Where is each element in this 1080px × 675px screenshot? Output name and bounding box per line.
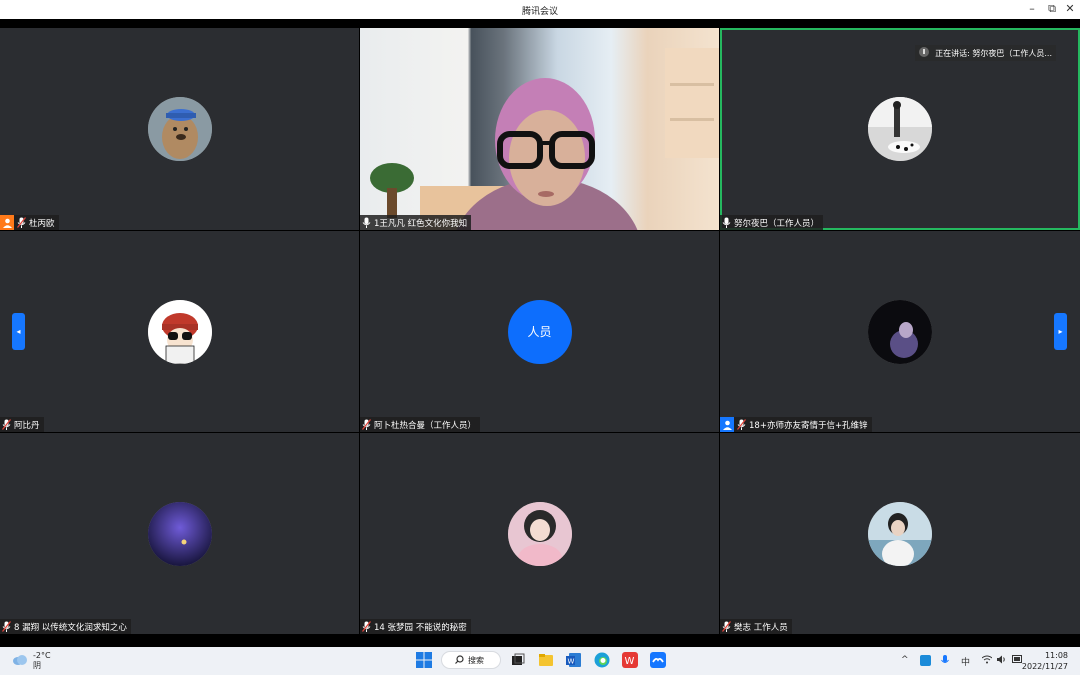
top-spacer (0, 19, 1080, 28)
system-clock[interactable]: 11:08 2022/11/27 (1022, 650, 1068, 672)
participant-name: 阿比丹 (14, 420, 40, 431)
show-hidden-icons[interactable]: ^ (901, 655, 909, 665)
tray-app-icon[interactable] (920, 655, 931, 669)
mic-muted-icon (1, 419, 12, 430)
search-label: 搜索 (468, 655, 484, 665)
wps-office-icon[interactable]: W (622, 652, 638, 668)
mic-muted-icon (16, 217, 27, 228)
avatar (147, 299, 212, 364)
avatar (868, 97, 932, 161)
mic-muted-icon (1, 621, 12, 632)
task-view-icon[interactable] (510, 652, 526, 668)
microphone-tray-icon[interactable] (941, 655, 949, 669)
clock-time: 11:08 (1044, 651, 1068, 660)
clock-date: 2022/11/27 (1021, 662, 1068, 671)
participant-tile[interactable]: 樊志 工作人员 (720, 433, 1080, 634)
participant-name-tag: 杜丙欧 (0, 215, 59, 230)
avatar (507, 501, 572, 566)
svg-text:W: W (568, 658, 575, 666)
participant-name: 14 张梦园 不能说的秘密 (374, 622, 467, 633)
participant-tile[interactable]: 18+亦师亦友寄情于信+孔维锌 (720, 231, 1080, 432)
cloud-icon (12, 654, 28, 669)
edge-browser-icon[interactable] (594, 652, 610, 668)
weather-desc: 阴 (33, 661, 41, 670)
next-page-button[interactable]: ▸ (1054, 313, 1067, 350)
previous-page-button[interactable]: ◂ (12, 313, 25, 350)
participant-tile-speaking[interactable]: 正在讲话: 努尔夜巴（工作人员... 努尔夜巴（工作人员） (720, 28, 1080, 230)
participant-name-tag: 阿卜杜热合曼（工作人员） (360, 417, 481, 432)
participant-tile[interactable]: 人员 阿卜杜热合曼（工作人员） (360, 231, 719, 432)
windows-taskbar: -2°C 阴 搜索 W W ^ 中 11:08 2022/11/27 (0, 647, 1080, 675)
mic-icon (362, 217, 371, 228)
current-speaker-indicator: 正在讲话: 努尔夜巴（工作人员... (915, 45, 1056, 61)
participant-name: 阿卜杜热合曼（工作人员） (374, 420, 477, 431)
bottom-spacer (0, 636, 1080, 647)
windows-start-icon[interactable] (416, 652, 432, 668)
mic-muted-icon (736, 419, 747, 430)
mic-muted-icon (361, 621, 372, 632)
participant-name-tag: 18+亦师亦友寄情于信+孔维锌 (720, 417, 872, 432)
word-icon[interactable]: W (566, 652, 582, 668)
window-title-bar: 腾讯会议 – ⧉ ✕ (0, 0, 1080, 19)
window-title: 腾讯会议 (521, 7, 558, 17)
speaker-avatar-icon (919, 47, 930, 59)
avatar-initials: 人员 (507, 299, 572, 364)
current-speaker-text: 正在讲话: 努尔夜巴（工作人员... (935, 48, 1052, 58)
weather-widget[interactable]: -2°C 阴 (12, 651, 51, 671)
participant-name: 8 漏翔 以传统文化润求知之心 (14, 622, 127, 633)
file-explorer-icon[interactable] (538, 652, 554, 668)
participant-tile[interactable]: 阿比丹 (0, 231, 359, 432)
avatar (147, 97, 212, 161)
participant-name: 18+亦师亦友寄情于信+孔维锌 (749, 420, 868, 431)
search-icon (455, 654, 464, 666)
participant-name-tag: 努尔夜巴（工作人员） (720, 215, 824, 230)
participant-name-tag: 阿比丹 (0, 417, 44, 432)
avatar (147, 501, 212, 566)
minimize-icon[interactable]: – (1024, 2, 1040, 15)
participant-name: 努尔夜巴（工作人员） (734, 218, 820, 229)
taskbar-search[interactable]: 搜索 (441, 651, 501, 669)
mic-icon (722, 217, 731, 228)
avatar (868, 501, 932, 566)
cohost-icon (720, 417, 734, 432)
tencent-meeting-icon[interactable] (650, 652, 666, 668)
close-icon[interactable]: ✕ (1062, 2, 1078, 15)
camera-video (360, 28, 719, 230)
weather-temp: -2°C (33, 651, 51, 660)
avatar (868, 299, 932, 364)
mic-muted-icon (721, 621, 732, 632)
participant-name-tag: 1王凡凡 红色文化你我知 (360, 215, 472, 230)
restore-icon[interactable]: ⧉ (1044, 2, 1060, 16)
participant-tile[interactable]: 杜丙欧 (0, 28, 359, 230)
svg-text:W: W (625, 656, 635, 667)
participant-tile[interactable]: 14 张梦园 不能说的秘密 (360, 433, 719, 634)
participant-name-tag: 8 漏翔 以传统文化润求知之心 (0, 619, 131, 634)
participant-name: 1王凡凡 红色文化你我知 (374, 218, 468, 229)
participant-tile[interactable]: 8 漏翔 以传统文化润求知之心 (0, 433, 359, 634)
mic-muted-icon (361, 419, 372, 430)
participant-name: 樊志 工作人员 (734, 622, 788, 633)
volume-icon[interactable] (997, 655, 1007, 667)
participant-video-tile[interactable]: 1王凡凡 红色文化你我知 (360, 28, 719, 230)
video-grid: 杜丙欧 1王凡凡 红色文化你我知 正在讲话: 努尔夜巴（工作人员... 努尔夜巴… (0, 28, 1080, 636)
input-method-indicator[interactable]: 中 (961, 655, 970, 668)
participant-name-tag: 14 张梦园 不能说的秘密 (360, 619, 471, 634)
participant-name-tag: 樊志 工作人员 (720, 619, 792, 634)
host-icon (0, 215, 14, 230)
participant-name: 杜丙欧 (29, 218, 55, 229)
wifi-icon[interactable] (981, 655, 993, 667)
